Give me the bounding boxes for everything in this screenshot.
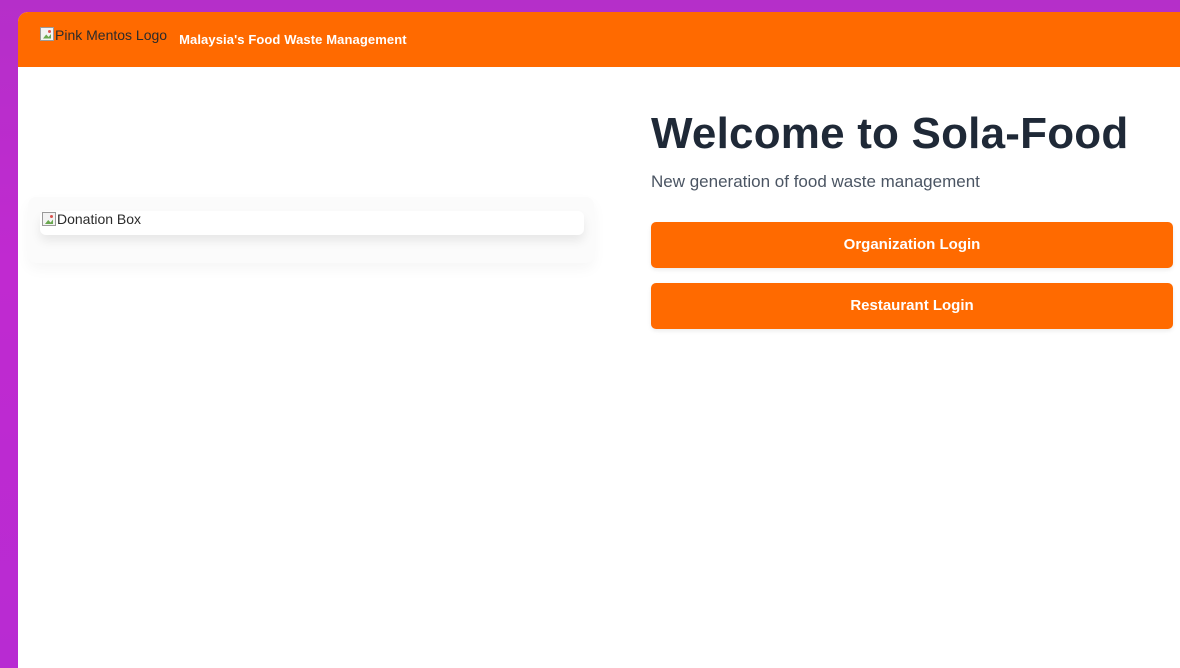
page-subtitle: New generation of food waste management bbox=[651, 171, 980, 191]
site-tagline: Malaysia's Food Waste Management bbox=[179, 32, 407, 47]
broken-image-icon bbox=[40, 26, 54, 41]
logo-image[interactable]: Pink Mentos Logo bbox=[40, 25, 167, 55]
page-title: Welcome to Sola-Food bbox=[651, 109, 1129, 158]
top-navbar: Pink Mentos Logo Malaysia's Food Waste M… bbox=[18, 12, 1180, 67]
broken-image-icon bbox=[42, 212, 56, 226]
restaurant-login-button[interactable]: Restaurant Login bbox=[651, 282, 1173, 329]
donation-alt-text: Donation Box bbox=[57, 211, 142, 227]
organization-login-button[interactable]: Organization Login bbox=[651, 221, 1173, 268]
app-window: Pink Mentos Logo Malaysia's Food Waste M… bbox=[18, 12, 1180, 668]
donation-image-card bbox=[28, 197, 594, 263]
welcome-panel: Welcome to Sola-Food New generation of f… bbox=[651, 109, 1173, 329]
logo-alt-text: Pink Mentos Logo bbox=[55, 26, 168, 43]
donation-box-image: Donation Box bbox=[42, 211, 141, 227]
main-content: Donation Box Welcome to Sola-Food New ge… bbox=[18, 67, 1180, 668]
